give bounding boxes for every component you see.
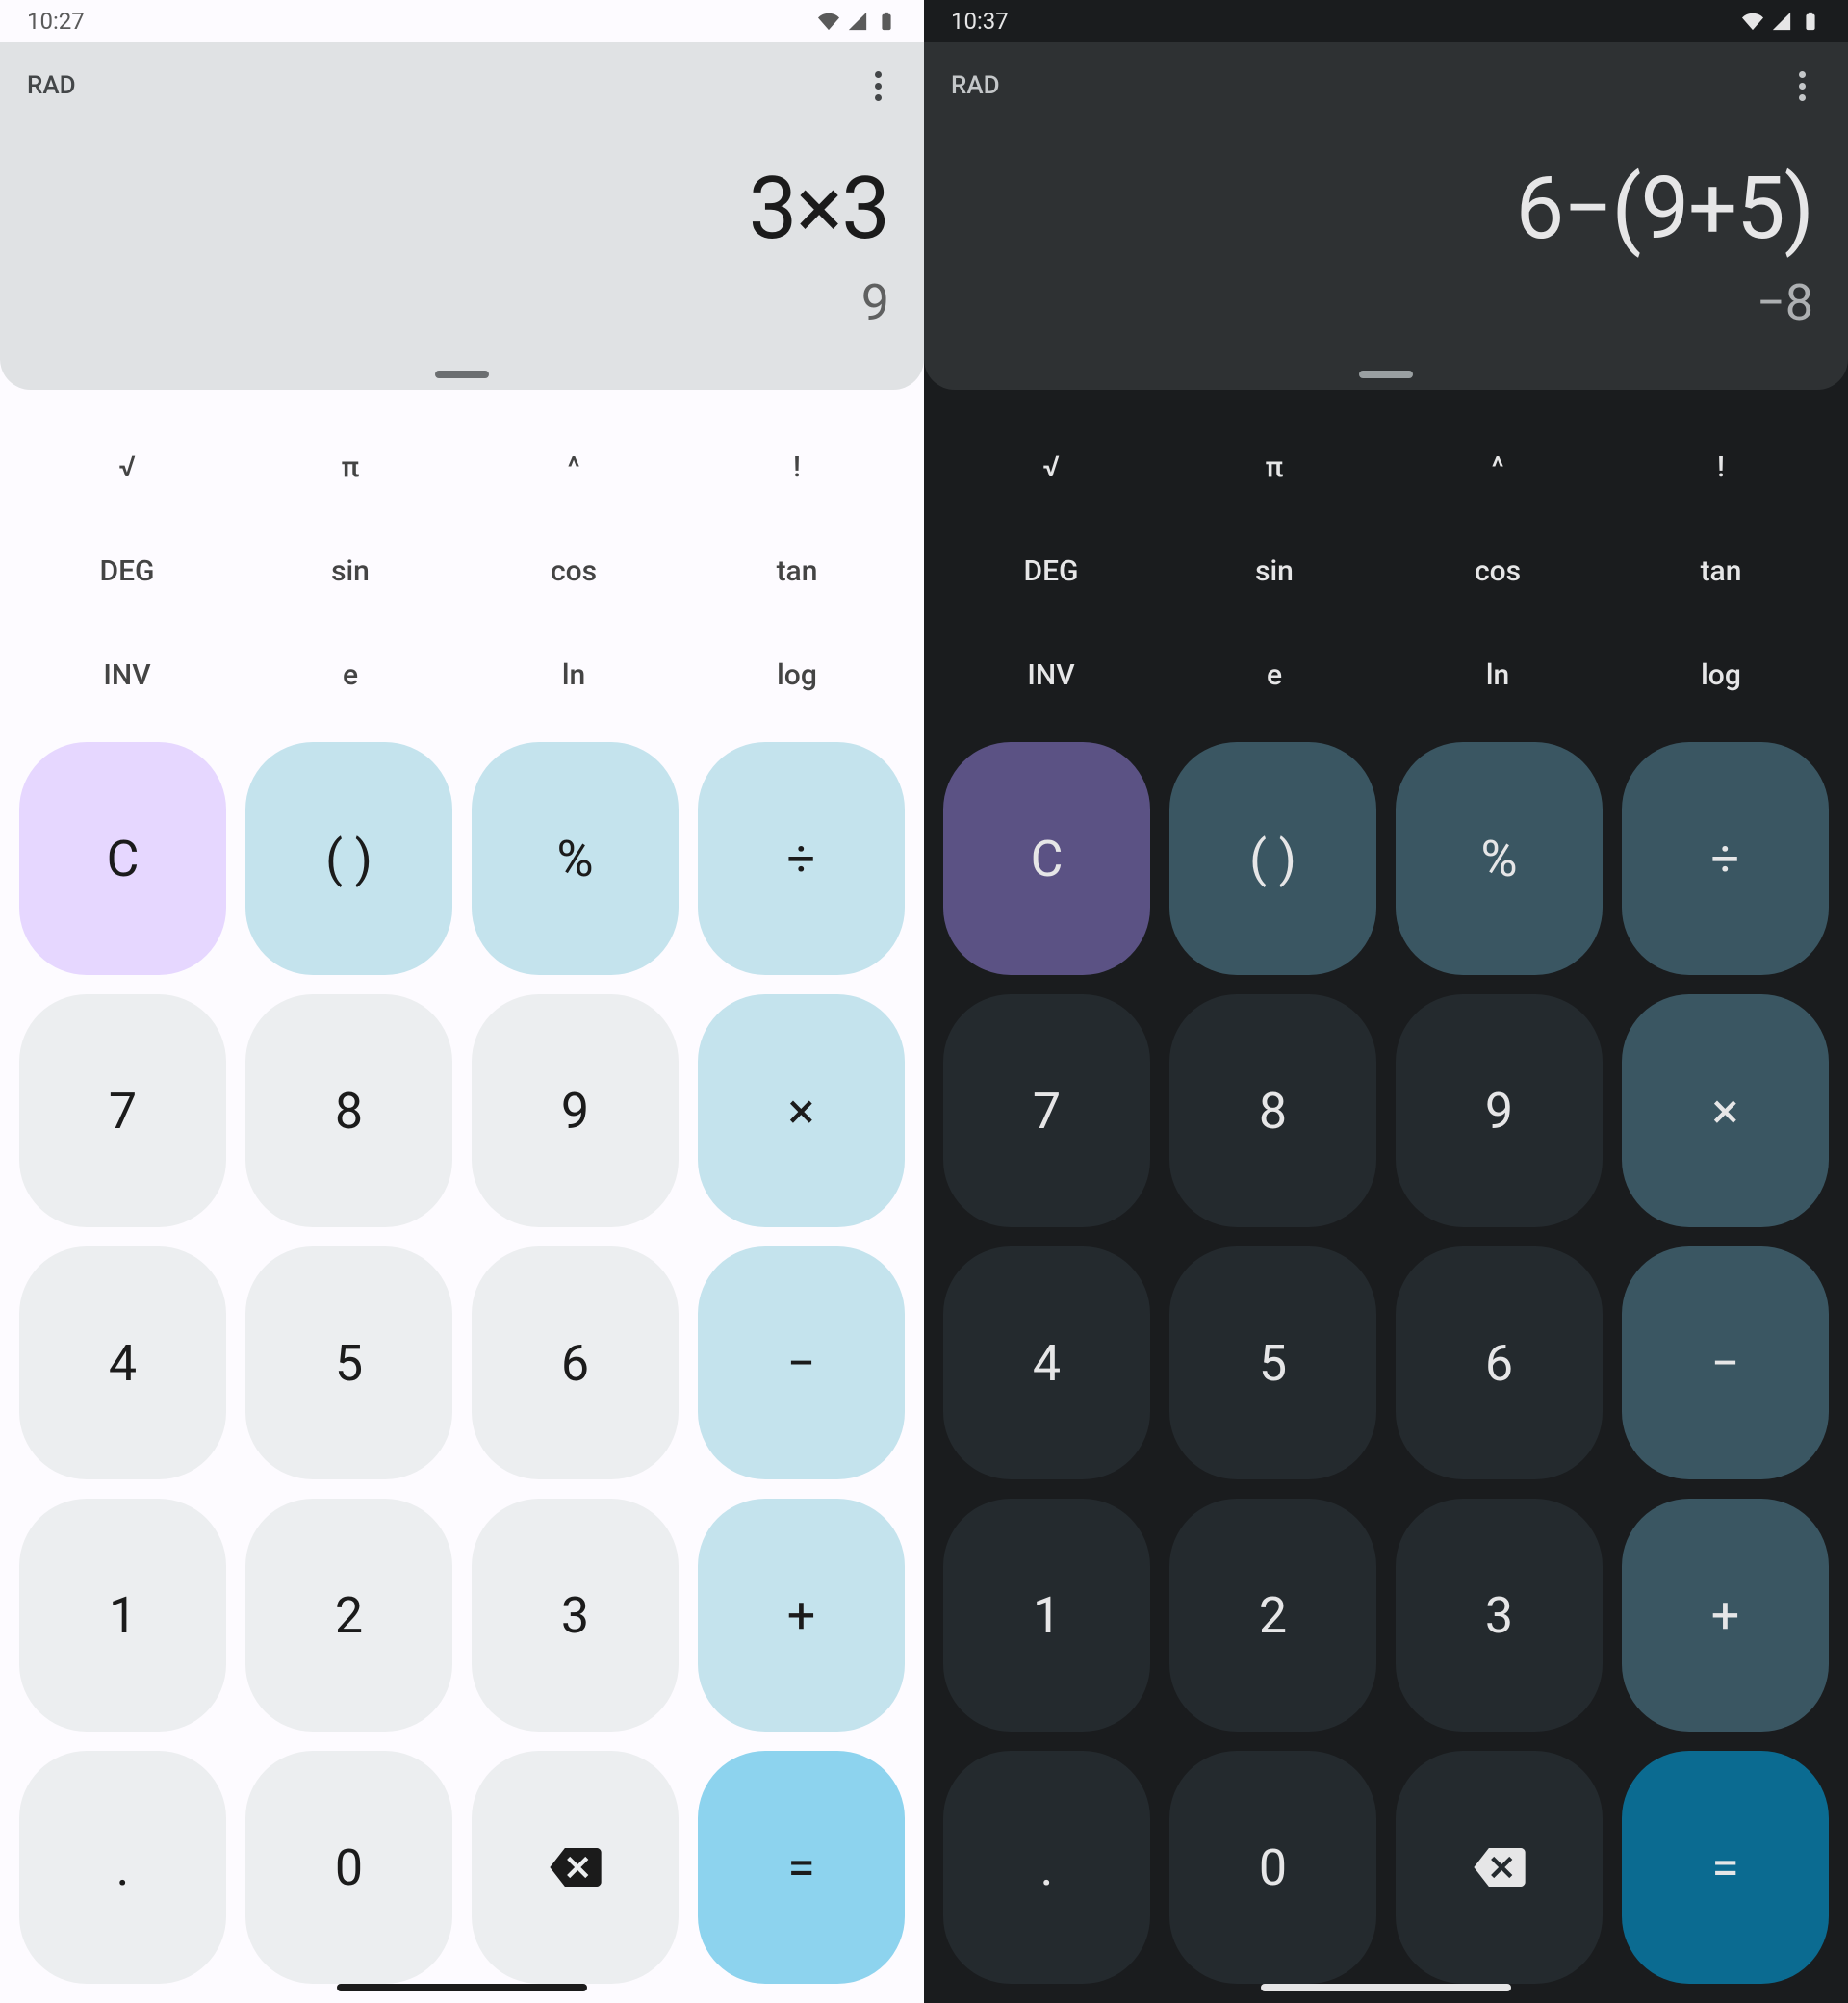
log-button[interactable]: log (689, 627, 905, 723)
backspace-icon (550, 1848, 602, 1887)
divide-button[interactable]: ÷ (1622, 742, 1829, 975)
expression[interactable]: 3×3 (27, 119, 897, 273)
cos-button[interactable]: cos (1390, 523, 1605, 619)
wifi-icon (1742, 11, 1763, 32)
minus-button[interactable]: − (698, 1246, 905, 1479)
digit-9-button[interactable]: 9 (472, 994, 679, 1227)
cos-button[interactable]: cos (466, 523, 681, 619)
power-button[interactable]: ^ (1390, 419, 1605, 515)
factorial-button[interactable]: ! (1613, 419, 1829, 515)
factorial-button[interactable]: ! (689, 419, 905, 515)
wifi-icon (818, 11, 839, 32)
scientific-panel: √ π ^ ! DEG sin cos tan INV e ln log (0, 390, 924, 732)
digit-4-button[interactable]: 4 (19, 1246, 226, 1479)
power-button[interactable]: ^ (466, 419, 681, 515)
equals-button[interactable]: = (1622, 1751, 1829, 1984)
digit-9-button[interactable]: 9 (1396, 994, 1603, 1227)
sin-button[interactable]: sin (1167, 523, 1382, 619)
plus-button[interactable]: + (1622, 1499, 1829, 1732)
status-time: 10:37 (951, 8, 1009, 35)
digit-5-button[interactable]: 5 (245, 1246, 452, 1479)
digit-0-button[interactable]: 0 (245, 1751, 452, 1984)
status-bar: 10:37 (924, 0, 1848, 42)
clear-button[interactable]: C (19, 742, 226, 975)
e-button[interactable]: e (1167, 627, 1382, 723)
decimal-button[interactable]: . (19, 1751, 226, 1984)
digit-3-button[interactable]: 3 (1396, 1499, 1603, 1732)
display-area: RAD 6−(9+5) −8 (924, 42, 1848, 390)
digit-7-button[interactable]: 7 (19, 994, 226, 1227)
angle-mode[interactable]: RAD (27, 71, 76, 100)
phone-dark: 10:37 RAD 6−(9+5) −8 √ π ^ ! DEG sin cos… (924, 0, 1848, 2003)
ln-button[interactable]: ln (1390, 627, 1605, 723)
status-icons (1742, 11, 1821, 32)
backspace-button[interactable] (1396, 1751, 1603, 1984)
sqrt-button[interactable]: √ (19, 419, 235, 515)
tan-button[interactable]: tan (1613, 523, 1829, 619)
more-menu-button[interactable] (859, 66, 897, 105)
display-area: RAD 3×3 9 (0, 42, 924, 390)
nav-pill[interactable] (337, 1984, 587, 1991)
scientific-panel: √ π ^ ! DEG sin cos tan INV e ln log (924, 390, 1848, 732)
signal-icon (847, 11, 868, 32)
keypad: C ( ) % ÷ 7 8 9 × 4 5 6 − 1 2 3 + . 0 = (0, 732, 924, 2003)
multiply-button[interactable]: × (1622, 994, 1829, 1227)
tan-button[interactable]: tan (689, 523, 905, 619)
minus-button[interactable]: − (1622, 1246, 1829, 1479)
divide-button[interactable]: ÷ (698, 742, 905, 975)
battery-icon (876, 11, 897, 32)
digit-5-button[interactable]: 5 (1169, 1246, 1376, 1479)
parens-button[interactable]: ( ) (245, 742, 452, 975)
signal-icon (1771, 11, 1792, 32)
digit-2-button[interactable]: 2 (245, 1499, 452, 1732)
multiply-button[interactable]: × (698, 994, 905, 1227)
keypad: C ( ) % ÷ 7 8 9 × 4 5 6 − 1 2 3 + . 0 = (924, 732, 1848, 2003)
digit-4-button[interactable]: 4 (943, 1246, 1150, 1479)
digit-6-button[interactable]: 6 (472, 1246, 679, 1479)
status-time: 10:27 (27, 8, 85, 35)
inv-button[interactable]: INV (19, 627, 235, 723)
digit-1-button[interactable]: 1 (19, 1499, 226, 1732)
angle-mode[interactable]: RAD (951, 71, 1000, 100)
plus-button[interactable]: + (698, 1499, 905, 1732)
digit-3-button[interactable]: 3 (472, 1499, 679, 1732)
log-button[interactable]: log (1613, 627, 1829, 723)
phone-light: 10:27 RAD 3×3 9 √ π ^ ! DEG sin cos tan … (0, 0, 924, 2003)
e-button[interactable]: e (243, 627, 458, 723)
decimal-button[interactable]: . (943, 1751, 1150, 1984)
digit-6-button[interactable]: 6 (1396, 1246, 1603, 1479)
drag-handle[interactable] (435, 371, 489, 378)
digit-8-button[interactable]: 8 (245, 994, 452, 1227)
deg-toggle-button[interactable]: DEG (943, 523, 1159, 619)
digit-8-button[interactable]: 8 (1169, 994, 1376, 1227)
percent-button[interactable]: % (472, 742, 679, 975)
result: −8 (951, 273, 1821, 371)
inv-button[interactable]: INV (943, 627, 1159, 723)
more-menu-button[interactable] (1783, 66, 1821, 105)
clear-button[interactable]: C (943, 742, 1150, 975)
nav-pill[interactable] (1261, 1984, 1511, 1991)
digit-2-button[interactable]: 2 (1169, 1499, 1376, 1732)
expression[interactable]: 6−(9+5) (951, 119, 1821, 273)
digit-1-button[interactable]: 1 (943, 1499, 1150, 1732)
sqrt-button[interactable]: √ (943, 419, 1159, 515)
backspace-icon (1474, 1848, 1526, 1887)
equals-button[interactable]: = (698, 1751, 905, 1984)
pi-button[interactable]: π (243, 419, 458, 515)
status-icons (818, 11, 897, 32)
ln-button[interactable]: ln (466, 627, 681, 723)
parens-button[interactable]: ( ) (1169, 742, 1376, 975)
battery-icon (1800, 11, 1821, 32)
percent-button[interactable]: % (1396, 742, 1603, 975)
digit-7-button[interactable]: 7 (943, 994, 1150, 1227)
pi-button[interactable]: π (1167, 419, 1382, 515)
sin-button[interactable]: sin (243, 523, 458, 619)
result: 9 (27, 273, 897, 371)
deg-toggle-button[interactable]: DEG (19, 523, 235, 619)
backspace-button[interactable] (472, 1751, 679, 1984)
status-bar: 10:27 (0, 0, 924, 42)
digit-0-button[interactable]: 0 (1169, 1751, 1376, 1984)
drag-handle[interactable] (1359, 371, 1413, 378)
